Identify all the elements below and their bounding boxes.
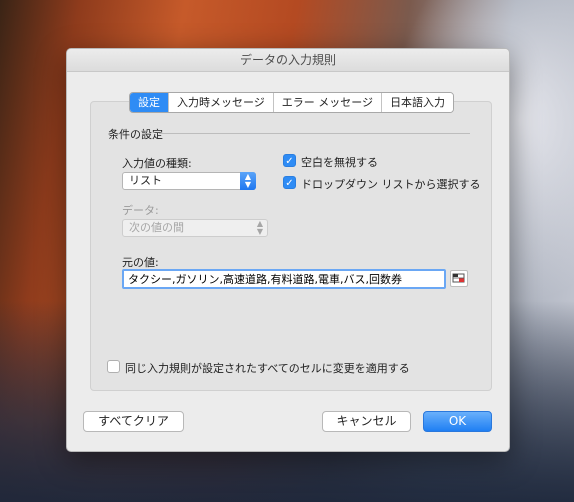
- in-cell-dropdown-checkbox[interactable]: ✓: [283, 176, 296, 189]
- data-validation-dialog: データの入力規則 設定 入力時メッセージ エラー メッセージ 日本語入力 条件の…: [66, 48, 510, 452]
- ok-button[interactable]: OK: [423, 411, 492, 432]
- data-select[interactable]: 次の値の間 ▲ ▼: [122, 219, 268, 237]
- allow-label: 入力値の種類:: [122, 157, 192, 170]
- tab-settings[interactable]: 設定: [130, 93, 169, 112]
- tab-bar: 設定 入力時メッセージ エラー メッセージ 日本語入力: [129, 92, 455, 113]
- tab-japanese-input[interactable]: 日本語入力: [382, 93, 454, 112]
- cancel-button[interactable]: キャンセル: [322, 411, 411, 432]
- in-cell-dropdown-label: ドロップダウン リストから選択する: [301, 178, 481, 191]
- apply-to-all-checkbox[interactable]: [107, 360, 120, 373]
- range-select-button[interactable]: [450, 270, 468, 287]
- allow-select[interactable]: リスト ▲ ▼: [122, 172, 256, 190]
- criteria-section-title: 条件の設定: [108, 128, 163, 141]
- select-stepper-icon: ▲ ▼: [240, 172, 256, 190]
- clear-all-button[interactable]: すべてクリア: [83, 411, 184, 432]
- data-select-value: 次の値の間: [129, 221, 184, 234]
- data-label: データ:: [122, 204, 159, 217]
- source-input[interactable]: [122, 269, 446, 289]
- tab-input-message[interactable]: 入力時メッセージ: [169, 93, 274, 112]
- section-divider: [159, 133, 470, 134]
- source-label: 元の値:: [122, 256, 159, 269]
- range-select-icon: [452, 273, 465, 283]
- tab-error-message[interactable]: エラー メッセージ: [273, 93, 383, 112]
- select-stepper-icon: ▲ ▼: [256, 219, 264, 236]
- settings-panel: 条件の設定 入力値の種類: リスト ▲ ▼ ✓ 空白を無視する ✓ ドロップダウン…: [90, 101, 492, 391]
- apply-to-all-label: 同じ入力規則が設定されたすべてのセルに変更を適用する: [125, 362, 410, 375]
- allow-select-value: リスト: [129, 174, 162, 187]
- dialog-title: データの入力規則: [67, 49, 509, 72]
- ignore-blank-checkbox[interactable]: ✓: [283, 154, 296, 167]
- ignore-blank-label: 空白を無視する: [301, 156, 378, 169]
